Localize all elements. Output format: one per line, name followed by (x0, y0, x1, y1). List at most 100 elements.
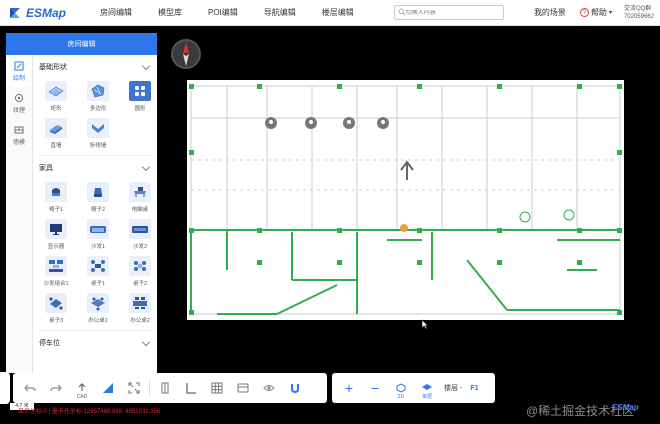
redo-icon (50, 384, 62, 392)
cube-icon (396, 383, 406, 393)
panel-title: 房间编辑 (6, 33, 157, 55)
coordinate-readout: 显示坐标:0 | 墨卡托坐标:12957488.688, 4851031.356 (18, 409, 161, 415)
single-floor-label: 单层 (421, 394, 432, 400)
section-divider (39, 330, 152, 331)
redo-button[interactable] (44, 376, 68, 400)
section-parking-header[interactable]: 停车位 (39, 337, 152, 349)
wall-icon (14, 126, 24, 133)
sofa-set-icon (45, 256, 67, 276)
left-collapse-handle[interactable] (0, 372, 10, 404)
sofa-icon (129, 219, 151, 239)
furniture-table-3[interactable]: 桌子3 (39, 290, 73, 324)
nav-room-edit[interactable]: 房间编辑 (100, 7, 132, 18)
furniture-sofa-1[interactable]: 沙发1 (81, 216, 115, 250)
cad-label: CAD (76, 394, 88, 400)
shape-circle[interactable]: 圆形 (123, 78, 157, 112)
view-2d-button[interactable]: 2D (389, 376, 413, 400)
tab-draw[interactable]: 绘制 (6, 55, 32, 87)
furniture-table-1[interactable]: 桌子1 (81, 253, 115, 287)
align-button[interactable] (153, 376, 177, 400)
my-scenes-link[interactable]: 我的场景 (534, 7, 566, 18)
compass-icon (171, 39, 201, 69)
furniture-sofa-set-1[interactable]: 沙发组合1 (39, 253, 73, 287)
furniture-sofa-2[interactable]: 沙发2 (123, 216, 157, 250)
app-logo[interactable]: ESMap (8, 6, 88, 20)
table-icon (45, 293, 67, 313)
compass-control[interactable] (170, 38, 202, 70)
zoom-out-button[interactable]: − (363, 376, 387, 400)
furniture-grid: 椅子1 椅子2 电脑桌 显示器 沙发1 沙发2 沙发组合1 桌子1 桌子2 桌子… (39, 179, 152, 324)
floor-value: F1 (470, 384, 479, 392)
shape-straight-wall[interactable]: 直墙 (39, 115, 73, 149)
magnet-button[interactable] (283, 376, 307, 400)
search-icon (398, 8, 406, 18)
section-basic-shapes-header[interactable]: 基础形状 (39, 61, 152, 73)
cad-import-button[interactable]: CAD (70, 376, 94, 400)
texture-icon (14, 93, 24, 102)
esmap-corner-logo: ESMap (612, 403, 639, 412)
chevron-down-icon: ▾ (608, 10, 612, 16)
search-input[interactable] (405, 9, 496, 16)
angle-icon (186, 383, 196, 394)
panel-side-tabs: 绘制 纹理 墙模 (6, 55, 33, 373)
help-label: 帮助 (590, 8, 607, 17)
furniture-monitor[interactable]: 显示器 (39, 216, 73, 250)
undo-button[interactable] (18, 376, 42, 400)
draw-icon (14, 61, 24, 70)
furniture-table-2[interactable]: 桌子2 (123, 253, 157, 287)
angle-button[interactable] (179, 376, 203, 400)
nav-poi-edit[interactable]: POI编辑 (208, 7, 238, 18)
single-floor-button[interactable]: 单层 (415, 376, 439, 400)
room-edit-panel: 房间编辑 绘制 纹理 墙模 基础形状 矩形 多边形 圆形 直墙 折线墙 家具 椅… (6, 33, 157, 373)
panel-content: 基础形状 矩形 多边形 圆形 直墙 折线墙 家具 椅子1 椅子2 电脑桌 显示器… (34, 55, 157, 373)
basic-shapes-grid: 矩形 多边形 圆形 直墙 折线墙 (39, 78, 152, 149)
align-icon (161, 382, 169, 394)
section-parking-title: 停车位 (39, 340, 60, 347)
chair-icon (87, 182, 109, 202)
polyline-wall-icon (87, 118, 109, 138)
help-icon: ? (579, 8, 589, 17)
layer-icon (237, 383, 249, 393)
shape-polygon[interactable]: 多边形 (81, 78, 115, 112)
top-right-area: 我的场景 ? 帮助 ▾ 交流QQ群 702059662 (534, 5, 654, 21)
toolbar-divider (149, 379, 150, 397)
shape-rectangle[interactable]: 矩形 (39, 78, 73, 112)
furniture-office-desk-2[interactable]: 办公桌2 (123, 290, 157, 324)
floor-selector[interactable]: 楼层 - F1 (444, 383, 479, 393)
table-icon (129, 256, 151, 276)
triangle-icon (103, 383, 113, 393)
visibility-button[interactable] (257, 376, 281, 400)
tab-texture[interactable]: 纹理 (6, 87, 32, 119)
mouse-cursor-icon (421, 319, 429, 332)
section-furniture-title: 家具 (39, 165, 53, 172)
zoom-in-button[interactable]: + (337, 376, 361, 400)
edit-toolbar: CAD (13, 373, 327, 403)
main-nav: 房间编辑 模型库 POI编辑 导航编辑 楼层编辑 (100, 7, 380, 18)
furniture-chair-2[interactable]: 椅子2 (81, 179, 115, 213)
rectangle-shape-icon (45, 81, 67, 101)
view-2d-label: 2D (397, 394, 405, 400)
zoom-out-icon: − (370, 380, 380, 396)
furniture-computer-desk[interactable]: 电脑桌 (123, 179, 157, 213)
fullscreen-button[interactable] (122, 376, 146, 400)
nav-navigation-edit[interactable]: 导航编辑 (264, 7, 296, 18)
nav-model-library[interactable]: 模型库 (158, 7, 182, 18)
layer-button[interactable] (231, 376, 255, 400)
help-link[interactable]: ? 帮助 ▾ (579, 7, 612, 18)
eye-icon (263, 385, 275, 391)
magnet-icon (291, 384, 299, 394)
draw-triangle-button[interactable] (96, 376, 120, 400)
tab-wall[interactable]: 墙模 (6, 119, 32, 151)
search-box[interactable] (393, 5, 504, 20)
shape-polyline-wall[interactable]: 折线墙 (81, 115, 115, 149)
section-furniture-header[interactable]: 家具 (39, 162, 152, 174)
circle-shape-icon (129, 81, 151, 101)
floor-dropdown-icon: - (460, 384, 463, 392)
table-icon (87, 256, 109, 276)
furniture-office-desk-1[interactable]: 办公桌1 (81, 290, 115, 324)
floor-plan-canvas[interactable] (187, 80, 624, 320)
furniture-chair-1[interactable]: 椅子1 (39, 179, 73, 213)
grid-button[interactable] (205, 376, 229, 400)
qq-group-contact: 交流QQ群 702059662 (624, 5, 654, 21)
nav-floor-edit[interactable]: 楼层编辑 (322, 7, 354, 18)
